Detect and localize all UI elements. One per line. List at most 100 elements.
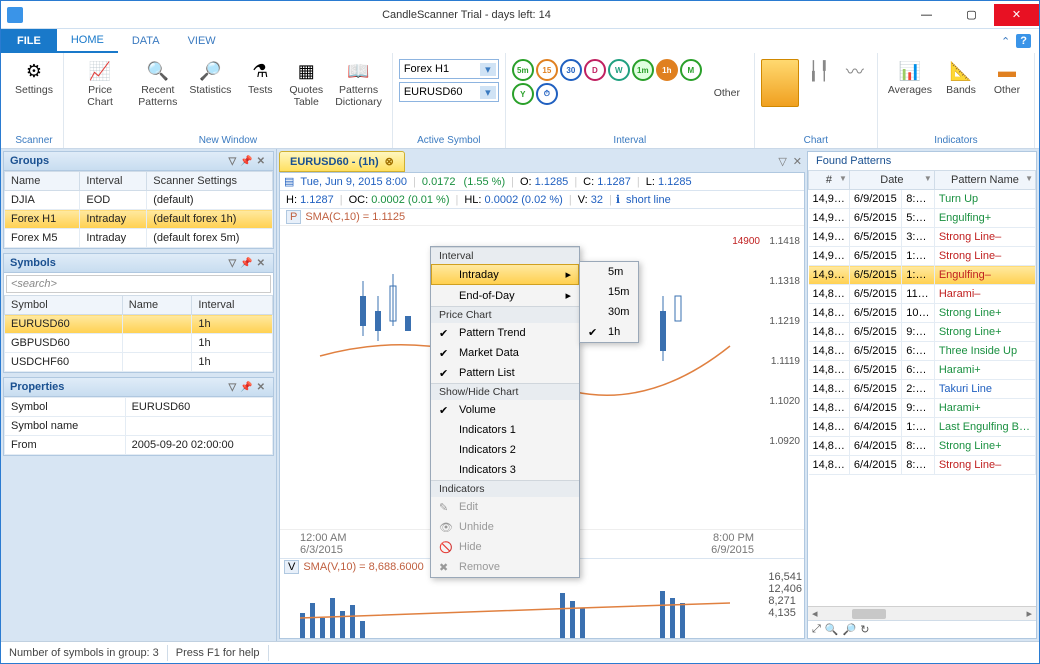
zoom-out-icon[interactable]: 🔍: [825, 623, 839, 636]
p-button[interactable]: P: [286, 210, 301, 224]
tab-home[interactable]: HOME: [57, 29, 118, 53]
interval-d[interactable]: D: [584, 59, 606, 81]
price-chart-button[interactable]: 📈Price Chart: [70, 55, 130, 112]
pattern-row[interactable]: 14,9…6/5/20155:…Engulfing+: [809, 209, 1036, 228]
dropdown-icon[interactable]: ▽: [228, 382, 236, 393]
close-pane-icon[interactable]: ✕: [257, 258, 265, 269]
interval-other-icon[interactable]: ⏱: [536, 83, 558, 105]
averages-button[interactable]: 📊Averages: [884, 55, 936, 101]
help-icon[interactable]: ?: [1016, 34, 1031, 48]
symbol-search-input[interactable]: <search>: [6, 275, 271, 293]
sub-1h[interactable]: ✔1h: [580, 322, 638, 342]
interval-15m[interactable]: 15: [536, 59, 558, 81]
patterns-dictionary-button[interactable]: 📖Patterns Dictionary: [331, 55, 386, 112]
interval-1h[interactable]: 1h: [656, 59, 678, 81]
ctx-hide[interactable]: 🚫Hide: [431, 537, 579, 557]
pattern-row[interactable]: 14,8…6/4/20151:…Last Engulfing B…: [809, 418, 1036, 437]
recent-patterns-button[interactable]: 🔍Recent Patterns: [134, 55, 181, 112]
indicators-other-button[interactable]: ▬Other: [986, 55, 1028, 101]
collapse-ribbon-icon[interactable]: ⌃: [1001, 35, 1010, 48]
bands-button[interactable]: 📐Bands: [940, 55, 982, 101]
pattern-row[interactable]: 14,8…6/5/20156:…Three Inside Up: [809, 342, 1036, 361]
ctx-pattern-trend[interactable]: ✔Pattern Trend: [431, 323, 579, 343]
pattern-row[interactable]: 14,9…6/5/20151:…Strong Line–: [809, 247, 1036, 266]
interval-1m[interactable]: 1m: [632, 59, 654, 81]
chart-style-button[interactable]: [761, 59, 799, 107]
ctx-eod[interactable]: End-of-Day▸: [431, 285, 579, 306]
tests-button[interactable]: ⚗Tests: [239, 55, 281, 101]
chart-canvas[interactable]: 1.14181.13181.12191.11191.10201.0920 149…: [280, 226, 804, 529]
pin-icon[interactable]: 📌: [240, 156, 252, 167]
pattern-row[interactable]: 14,8…6/5/201511…Harami–: [809, 285, 1036, 304]
dropdown-icon[interactable]: ▽: [228, 156, 236, 167]
tab-data[interactable]: DATA: [118, 29, 174, 53]
group-row[interactable]: DJIAEOD(default): [5, 191, 273, 210]
settings-button[interactable]: ⚙ Settings: [11, 55, 57, 101]
ctx-pattern-list[interactable]: ✔Pattern List: [431, 363, 579, 383]
intraday-submenu: 5m 15m 30m ✔1h: [579, 261, 639, 343]
chart-style-2-button[interactable]: ╽╿: [803, 55, 835, 89]
close-pane-icon[interactable]: ✕: [257, 156, 265, 167]
pattern-row[interactable]: 14,8…6/5/20156:…Harami+: [809, 361, 1036, 380]
ctx-ind1[interactable]: Indicators 1: [431, 420, 579, 440]
interval-5m[interactable]: 5m: [512, 59, 534, 81]
sub-5m[interactable]: 5m: [580, 262, 638, 282]
pattern-row[interactable]: 14,8…6/5/201510…Strong Line+: [809, 304, 1036, 323]
statistics-button[interactable]: 🔎Statistics: [185, 55, 235, 101]
zoom-fit-icon[interactable]: ⤢: [812, 623, 821, 636]
ctx-intraday[interactable]: Intraday▸: [431, 264, 579, 285]
pin-icon[interactable]: 📌: [240, 258, 252, 269]
ctx-remove[interactable]: ✖Remove: [431, 557, 579, 577]
tab-view[interactable]: VIEW: [174, 29, 230, 53]
symbol-dropdown[interactable]: EURUSD60: [399, 82, 499, 102]
minimize-button[interactable]: —: [904, 4, 949, 26]
pin-icon[interactable]: 📌: [240, 382, 252, 393]
sub-15m[interactable]: 15m: [580, 282, 638, 302]
pattern-row[interactable]: 14,8…6/5/20159:…Strong Line+: [809, 323, 1036, 342]
calendar-icon[interactable]: ▤: [284, 175, 294, 188]
dropdown-icon[interactable]: ▽: [228, 258, 236, 269]
symbol-row[interactable]: USDCHF601h: [5, 353, 273, 372]
group-row[interactable]: Forex M5Intraday(default forex 5m): [5, 229, 273, 248]
close-button[interactable]: ✕: [994, 4, 1039, 26]
ctx-market-data[interactable]: ✔Market Data: [431, 343, 579, 363]
pattern-row[interactable]: 14,9…6/9/20158:…Turn Up: [809, 190, 1036, 209]
quotes-table-button[interactable]: ▦Quotes Table: [285, 55, 327, 112]
interval-w[interactable]: W: [608, 59, 630, 81]
ctx-edit[interactable]: ✎Edit: [431, 497, 579, 517]
ctx-ind2[interactable]: Indicators 2: [431, 440, 579, 460]
zoom-in-icon[interactable]: 🔎: [843, 623, 857, 636]
horizontal-scrollbar[interactable]: ◂▸: [808, 606, 1036, 620]
symbol-row[interactable]: GBPUSD601h: [5, 334, 273, 353]
refresh-icon[interactable]: ↻: [860, 623, 869, 636]
v-button[interactable]: V: [284, 560, 299, 574]
group-row[interactable]: Forex H1Intraday(default forex 1h): [5, 210, 273, 229]
ctx-ind3[interactable]: Indicators 3: [431, 460, 579, 480]
interval-30m[interactable]: 30: [560, 59, 582, 81]
pattern-row[interactable]: 14,8…6/5/20152:…Takuri Line: [809, 380, 1036, 399]
pattern-row[interactable]: 14,9…6/5/20153:…Strong Line–: [809, 228, 1036, 247]
close-tab-icon[interactable]: ⊗: [385, 155, 394, 168]
symbol-row[interactable]: EURUSD601h: [5, 315, 273, 334]
group-dropdown[interactable]: Forex H1: [399, 59, 499, 79]
dropdown-icon[interactable]: ▽: [778, 155, 786, 168]
file-tab[interactable]: FILE: [1, 29, 57, 53]
pattern-row[interactable]: 14,8…6/4/20158:…Strong Line+: [809, 437, 1036, 456]
symbols-table[interactable]: SymbolNameIntervalEURUSD601hGBPUSD601hUS…: [4, 295, 273, 372]
chart-style-3-button[interactable]: 〰: [839, 55, 871, 89]
pattern-row[interactable]: 14,9…6/5/20151:…Engulfing–: [809, 266, 1036, 285]
document-tab[interactable]: EURUSD60 - (1h)⊗: [279, 151, 405, 172]
ctx-unhide[interactable]: 👁Unhide: [431, 517, 579, 537]
interval-m[interactable]: M: [680, 59, 702, 81]
ctx-volume[interactable]: ✔Volume: [431, 400, 579, 420]
pattern-row[interactable]: 14,8…6/4/20159:…Harami+: [809, 399, 1036, 418]
groups-table[interactable]: NameIntervalScanner SettingsDJIAEOD(defa…: [4, 171, 273, 248]
close-pane-icon[interactable]: ✕: [257, 382, 265, 393]
interval-y[interactable]: Y: [512, 83, 534, 105]
sub-30m[interactable]: 30m: [580, 302, 638, 322]
interval-other-button[interactable]: Other: [706, 84, 748, 104]
pattern-row[interactable]: 14,8…6/4/20158:…Strong Line–: [809, 456, 1036, 475]
close-pane-icon[interactable]: ✕: [793, 155, 802, 168]
maximize-button[interactable]: ▢: [949, 4, 994, 26]
patterns-table[interactable]: #▼Date▼Pattern Name▼14,9…6/9/20158:…Turn…: [808, 170, 1036, 475]
